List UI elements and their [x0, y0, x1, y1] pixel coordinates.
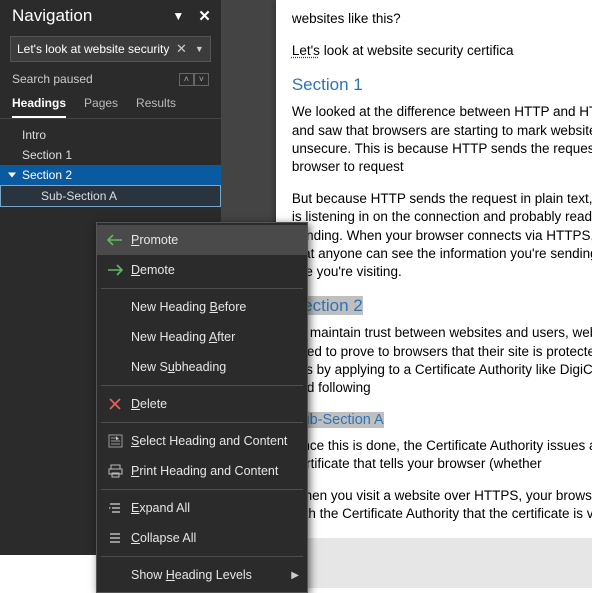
- nav-search-input[interactable]: [17, 42, 172, 56]
- print-icon: [105, 464, 125, 478]
- tab-headings[interactable]: Headings: [12, 92, 66, 118]
- heading-section-2[interactable]: Section 2: [0, 165, 221, 185]
- body-text: Let's look at website security certifica: [292, 42, 592, 60]
- ctx-separator: [101, 422, 303, 423]
- ctx-show-heading-levels[interactable]: Show Heading Levels ▶: [97, 560, 307, 590]
- nav-search-box[interactable]: ✕ ▼: [10, 36, 211, 62]
- nav-header: Navigation ▼ ✕: [0, 0, 221, 30]
- heading-sub-section-a[interactable]: Sub-Section A: [0, 185, 221, 207]
- select-content-icon: [105, 434, 125, 448]
- ctx-separator: [101, 385, 303, 386]
- body-text: To maintain trust between websites and u…: [292, 324, 592, 397]
- body-text: We looked at the difference between HTTP…: [292, 103, 592, 176]
- ctx-promote[interactable]: Promote: [97, 225, 307, 255]
- ctx-separator: [101, 489, 303, 490]
- nav-close-icon[interactable]: ✕: [198, 7, 211, 25]
- nav-tabs: Headings Pages Results: [0, 92, 221, 119]
- ctx-new-subheading[interactable]: New Subheading: [97, 352, 307, 382]
- nav-next-result-button[interactable]: ˅: [194, 73, 209, 86]
- nav-search-options-dropdown[interactable]: ▼: [191, 44, 204, 54]
- ctx-select-heading-content[interactable]: Select Heading and Content: [97, 426, 307, 456]
- collapse-all-icon: [105, 531, 125, 545]
- body-text: When you visit a website over HTTPS, you…: [292, 487, 592, 523]
- spellcheck-word: Let's: [292, 43, 320, 58]
- ctx-new-heading-before[interactable]: New Heading Before: [97, 292, 307, 322]
- body-text: Once this is done, the Certificate Autho…: [292, 437, 592, 473]
- body-text: But because HTTP sends the request in pl…: [292, 190, 592, 281]
- ctx-new-heading-after[interactable]: New Heading After: [97, 322, 307, 352]
- document-page[interactable]: websites like this? Let's look at websit…: [276, 0, 592, 555]
- doc-heading-section-2: Section 2: [292, 295, 592, 318]
- ctx-separator: [101, 288, 303, 289]
- ctx-print-heading-content[interactable]: Print Heading and Content: [97, 456, 307, 486]
- heading-context-menu: Promote Demote New Heading Before New He…: [96, 222, 308, 593]
- doc-footer-area: [292, 538, 592, 588]
- ctx-delete[interactable]: Delete: [97, 389, 307, 419]
- body-text: websites like this?: [292, 10, 592, 28]
- delete-icon: [105, 398, 125, 410]
- tab-pages[interactable]: Pages: [84, 92, 118, 118]
- expand-all-icon: [105, 501, 125, 515]
- ctx-collapse-all[interactable]: Collapse All: [97, 523, 307, 553]
- demote-icon: [105, 264, 125, 276]
- nav-options-dropdown[interactable]: ▼: [172, 9, 184, 23]
- nav-prev-result-button[interactable]: ˄: [179, 73, 194, 86]
- nav-search-clear-icon[interactable]: ✕: [172, 41, 191, 57]
- ctx-expand-all[interactable]: Expand All: [97, 493, 307, 523]
- doc-heading-sub-section-a: Sub-Section A: [292, 411, 592, 431]
- heading-intro[interactable]: Intro: [0, 125, 221, 145]
- tab-results[interactable]: Results: [136, 92, 176, 118]
- nav-paused-row: Search paused ˄ ˅: [0, 68, 221, 92]
- ctx-demote[interactable]: Demote: [97, 255, 307, 285]
- nav-title: Navigation: [12, 6, 92, 26]
- submenu-arrow-icon: ▶: [291, 570, 299, 581]
- doc-heading-section-1: Section 1: [292, 74, 592, 97]
- promote-icon: [105, 234, 125, 246]
- nav-paused-label: Search paused: [12, 72, 93, 86]
- heading-section-1[interactable]: Section 1: [0, 145, 221, 165]
- ctx-separator: [101, 556, 303, 557]
